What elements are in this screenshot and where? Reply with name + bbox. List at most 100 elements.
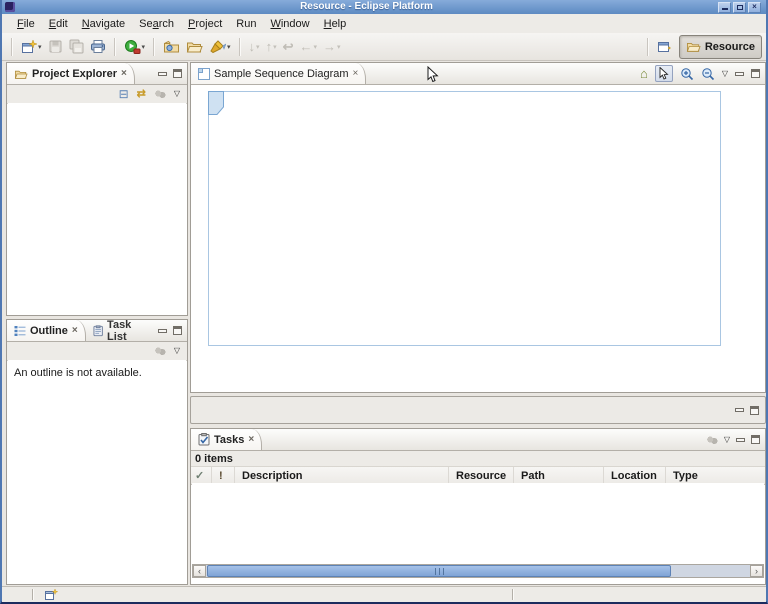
sequence-diagram-frame[interactable] <box>208 91 721 346</box>
view-controls <box>158 320 187 341</box>
close-button[interactable]: × <box>748 2 761 13</box>
collapsed-view-strip <box>190 396 766 424</box>
arrow-left-icon: ← <box>299 40 312 53</box>
column-priority[interactable]: ! <box>212 467 235 484</box>
view-menu-icon[interactable]: ▽ <box>174 90 180 98</box>
scroll-right-button[interactable]: › <box>750 565 763 577</box>
maximize-view-button[interactable] <box>751 435 760 444</box>
editor-toolbar: ⌂ ▽ <box>640 63 765 84</box>
menu-run[interactable]: Run <box>229 16 263 32</box>
close-tab-icon[interactable]: × <box>353 69 359 79</box>
editor-tabbar: Sample Sequence Diagram × ⌂ <box>191 63 765 85</box>
run-dropdown-button[interactable]: ▾ <box>121 36 149 58</box>
new-wizard-button[interactable]: ▾ <box>18 36 45 58</box>
flashlight-icon <box>209 39 226 54</box>
select-tool-button[interactable] <box>655 65 673 82</box>
back-button[interactable]: ← ▾ <box>296 36 320 58</box>
window-controls: × <box>718 2 761 13</box>
minimize-icon <box>722 8 728 10</box>
view-menu-icon[interactable]: ▽ <box>174 347 180 355</box>
menu-search[interactable]: Search <box>132 16 181 32</box>
tab-label: Tasks <box>214 434 244 446</box>
scrollbar-thumb[interactable] <box>207 565 671 577</box>
column-location[interactable]: Location <box>604 467 666 484</box>
view-menu-icon[interactable]: ▽ <box>722 70 728 78</box>
toolbar-handle <box>11 38 13 56</box>
next-annotation-button[interactable]: ↓ ▾ <box>246 36 263 58</box>
view-controls: ▽ <box>706 429 765 450</box>
minimize-view-button[interactable] <box>158 72 167 76</box>
home-icon[interactable]: ⌂ <box>640 67 648 80</box>
search-button[interactable]: ▾ <box>206 36 234 58</box>
restore-view-button[interactable] <box>750 406 759 415</box>
close-tab-icon[interactable]: × <box>248 435 254 445</box>
tab-label: Outline <box>30 325 68 337</box>
column-resource[interactable]: Resource <box>449 467 514 484</box>
frame-label-note[interactable] <box>208 91 224 115</box>
fast-view-icon[interactable] <box>44 588 58 601</box>
column-path[interactable]: Path <box>514 467 604 484</box>
menu-project[interactable]: Project <box>181 16 229 32</box>
open-perspective-button[interactable] <box>654 36 675 58</box>
main-toolbar: ▾ <box>2 33 766 61</box>
maximize-view-button[interactable] <box>173 69 182 78</box>
menu-file[interactable]: File <box>10 16 42 32</box>
tab-task-list[interactable]: Task List <box>86 320 158 341</box>
save-all-button[interactable] <box>66 36 87 58</box>
maximize-view-button[interactable] <box>173 326 182 335</box>
tab-outline[interactable]: Outline × <box>7 320 86 341</box>
menu-help[interactable]: Help <box>317 16 354 32</box>
open-element-button[interactable] <box>160 36 183 58</box>
menu-window[interactable]: Window <box>263 16 316 32</box>
tasks-table-body[interactable] <box>192 483 764 564</box>
scroll-left-button[interactable]: ‹ <box>193 565 206 577</box>
zoom-out-icon[interactable] <box>701 67 715 81</box>
project-explorer-content[interactable] <box>8 103 186 314</box>
diagram-canvas[interactable] <box>192 85 764 391</box>
mouse-cursor <box>427 66 439 83</box>
chevron-down-icon: ▾ <box>38 43 42 51</box>
tab-tasks[interactable]: Tasks × <box>191 429 262 450</box>
minimize-button[interactable] <box>718 2 731 13</box>
horizontal-scrollbar[interactable]: ‹ › <box>192 564 764 578</box>
collapse-all-icon[interactable]: ⊟ <box>119 88 129 100</box>
minimize-view-button[interactable] <box>158 329 167 333</box>
outline-view: Outline × Task List ▽ An outline is not … <box>6 319 188 585</box>
tab-sample-sequence-diagram[interactable]: Sample Sequence Diagram × <box>191 63 366 84</box>
close-icon: × <box>752 3 757 11</box>
outline-message: An outline is not available. <box>8 360 186 386</box>
editor-area: Sample Sequence Diagram × ⌂ <box>190 62 766 393</box>
menu-edit[interactable]: Edit <box>42 16 75 32</box>
last-edit-location-button[interactable]: ↩ <box>280 36 297 58</box>
chevron-down-icon: ▾ <box>337 43 341 51</box>
open-folder-button[interactable] <box>183 36 206 58</box>
menu-navigate[interactable]: Navigate <box>75 16 132 32</box>
maximize-button[interactable] <box>733 2 746 13</box>
link-with-editor-icon[interactable]: ⇄ <box>137 88 146 100</box>
minimize-view-button[interactable] <box>735 408 744 412</box>
column-type[interactable]: Type <box>666 467 765 484</box>
save-button[interactable] <box>45 36 66 58</box>
print-button[interactable] <box>87 36 109 58</box>
resource-perspective-button[interactable]: Resource <box>679 35 762 59</box>
minimize-view-button[interactable] <box>736 438 745 442</box>
previous-annotation-button[interactable]: ↑ ▾ <box>263 36 280 58</box>
tasks-view: Tasks × ▽ 0 items ✓ ! Description Resour… <box>190 428 766 585</box>
save-icon <box>48 39 63 54</box>
run-icon <box>124 39 141 55</box>
project-explorer-view: Project Explorer × ⊟ ⇄ ▽ <box>6 62 188 316</box>
column-description[interactable]: Description <box>235 467 449 484</box>
save-all-icon <box>69 39 84 54</box>
tab-label: Task List <box>107 319 151 343</box>
close-tab-icon[interactable]: × <box>121 69 127 79</box>
forward-button[interactable]: → ▾ <box>320 36 344 58</box>
maximize-editor-button[interactable] <box>751 69 760 78</box>
close-tab-icon[interactable]: × <box>72 326 78 336</box>
minimize-editor-button[interactable] <box>735 72 744 76</box>
open-folder-icon <box>186 39 203 54</box>
column-completed[interactable]: ✓ <box>191 467 212 484</box>
tab-project-explorer[interactable]: Project Explorer × <box>7 63 135 84</box>
view-menu-icon[interactable]: ▽ <box>724 436 730 444</box>
titlebar[interactable]: Resource - Eclipse Platform × <box>2 0 766 14</box>
zoom-in-icon[interactable] <box>680 67 694 81</box>
